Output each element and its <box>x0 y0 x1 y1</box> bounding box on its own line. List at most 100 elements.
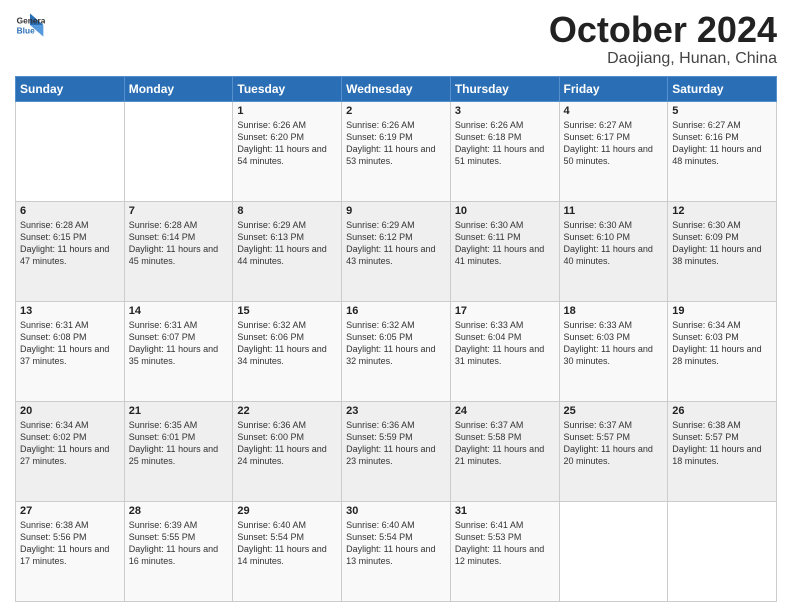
calendar-cell: 1 Sunrise: 6:26 AM Sunset: 6:20 PM Daylig… <box>233 101 342 201</box>
day-detail: Sunrise: 6:33 AM Sunset: 6:04 PM Dayligh… <box>455 319 555 368</box>
day-detail: Sunrise: 6:34 AM Sunset: 6:02 PM Dayligh… <box>20 419 120 468</box>
week-row-2: 6 Sunrise: 6:28 AM Sunset: 6:15 PM Daylig… <box>16 201 777 301</box>
calendar-cell <box>559 501 668 601</box>
calendar-cell: 27 Sunrise: 6:38 AM Sunset: 5:56 PM Dayli… <box>16 501 125 601</box>
week-row-3: 13 Sunrise: 6:31 AM Sunset: 6:08 PM Dayli… <box>16 301 777 401</box>
calendar-cell <box>124 101 233 201</box>
calendar-cell: 11 Sunrise: 6:30 AM Sunset: 6:10 PM Dayli… <box>559 201 668 301</box>
day-number: 6 <box>20 205 120 217</box>
day-detail: Sunrise: 6:30 AM Sunset: 6:11 PM Dayligh… <box>455 219 555 268</box>
calendar-cell: 21 Sunrise: 6:35 AM Sunset: 6:01 PM Dayli… <box>124 401 233 501</box>
day-number: 2 <box>346 105 446 117</box>
calendar-cell: 10 Sunrise: 6:30 AM Sunset: 6:11 PM Dayli… <box>450 201 559 301</box>
day-number: 17 <box>455 305 555 317</box>
day-detail: Sunrise: 6:32 AM Sunset: 6:06 PM Dayligh… <box>237 319 337 368</box>
calendar-header-row: Sunday Monday Tuesday Wednesday Thursday… <box>16 76 777 101</box>
day-detail: Sunrise: 6:28 AM Sunset: 6:15 PM Dayligh… <box>20 219 120 268</box>
week-row-1: 1 Sunrise: 6:26 AM Sunset: 6:20 PM Daylig… <box>16 101 777 201</box>
day-detail: Sunrise: 6:27 AM Sunset: 6:16 PM Dayligh… <box>672 119 772 168</box>
day-number: 16 <box>346 305 446 317</box>
day-detail: Sunrise: 6:27 AM Sunset: 6:17 PM Dayligh… <box>564 119 664 168</box>
day-number: 12 <box>672 205 772 217</box>
col-monday: Monday <box>124 76 233 101</box>
calendar-cell: 24 Sunrise: 6:37 AM Sunset: 5:58 PM Dayli… <box>450 401 559 501</box>
day-detail: Sunrise: 6:26 AM Sunset: 6:20 PM Dayligh… <box>237 119 337 168</box>
day-detail: Sunrise: 6:32 AM Sunset: 6:05 PM Dayligh… <box>346 319 446 368</box>
day-number: 3 <box>455 105 555 117</box>
day-number: 14 <box>129 305 229 317</box>
day-detail: Sunrise: 6:31 AM Sunset: 6:08 PM Dayligh… <box>20 319 120 368</box>
day-detail: Sunrise: 6:30 AM Sunset: 6:10 PM Dayligh… <box>564 219 664 268</box>
day-detail: Sunrise: 6:29 AM Sunset: 6:13 PM Dayligh… <box>237 219 337 268</box>
calendar-cell: 31 Sunrise: 6:41 AM Sunset: 5:53 PM Dayli… <box>450 501 559 601</box>
calendar-cell: 20Sunrise: 6:34 AM Sunset: 6:02 PM Dayli… <box>16 401 125 501</box>
day-detail: Sunrise: 6:40 AM Sunset: 5:54 PM Dayligh… <box>346 519 446 568</box>
day-detail: Sunrise: 6:36 AM Sunset: 6:00 PM Dayligh… <box>237 419 337 468</box>
day-number: 1 <box>237 105 337 117</box>
page-title: October 2024 <box>549 10 777 50</box>
calendar-cell: 9 Sunrise: 6:29 AM Sunset: 6:12 PM Daylig… <box>342 201 451 301</box>
day-detail: Sunrise: 6:41 AM Sunset: 5:53 PM Dayligh… <box>455 519 555 568</box>
calendar-cell: 17 Sunrise: 6:33 AM Sunset: 6:04 PM Dayli… <box>450 301 559 401</box>
calendar-cell: 14 Sunrise: 6:31 AM Sunset: 6:07 PM Dayli… <box>124 301 233 401</box>
day-number: 4 <box>564 105 664 117</box>
day-detail: Sunrise: 6:40 AM Sunset: 5:54 PM Dayligh… <box>237 519 337 568</box>
day-detail: Sunrise: 6:38 AM Sunset: 5:57 PM Dayligh… <box>672 419 772 468</box>
day-number: 13 <box>20 305 120 317</box>
day-detail: Sunrise: 6:30 AM Sunset: 6:09 PM Dayligh… <box>672 219 772 268</box>
day-number: 31 <box>455 505 555 517</box>
calendar-table: Sunday Monday Tuesday Wednesday Thursday… <box>15 76 777 602</box>
day-number: 22 <box>237 405 337 417</box>
day-number: 10 <box>455 205 555 217</box>
calendar-cell: 12 Sunrise: 6:30 AM Sunset: 6:09 PM Dayli… <box>668 201 777 301</box>
calendar-cell <box>668 501 777 601</box>
col-saturday: Saturday <box>668 76 777 101</box>
calendar-cell: 30 Sunrise: 6:40 AM Sunset: 5:54 PM Dayli… <box>342 501 451 601</box>
calendar-cell: 19Sunrise: 6:34 AM Sunset: 6:03 PM Dayli… <box>668 301 777 401</box>
day-number: 27 <box>20 505 120 517</box>
day-number: 8 <box>237 205 337 217</box>
day-number: 18 <box>564 305 664 317</box>
calendar-cell: 25Sunrise: 6:37 AM Sunset: 5:57 PM Dayli… <box>559 401 668 501</box>
day-detail: Sunrise: 6:29 AM Sunset: 6:12 PM Dayligh… <box>346 219 446 268</box>
day-detail: Sunrise: 6:35 AM Sunset: 6:01 PM Dayligh… <box>129 419 229 468</box>
calendar-cell: 6 Sunrise: 6:28 AM Sunset: 6:15 PM Daylig… <box>16 201 125 301</box>
page-subtitle: Daojiang, Hunan, China <box>549 50 777 68</box>
day-number: 24 <box>455 405 555 417</box>
day-number: 15 <box>237 305 337 317</box>
calendar-cell: 29Sunrise: 6:40 AM Sunset: 5:54 PM Dayli… <box>233 501 342 601</box>
day-number: 25 <box>564 405 664 417</box>
calendar-cell: 18 Sunrise: 6:33 AM Sunset: 6:03 PM Dayli… <box>559 301 668 401</box>
day-detail: Sunrise: 6:33 AM Sunset: 6:03 PM Dayligh… <box>564 319 664 368</box>
title-block: October 2024 Daojiang, Hunan, China <box>549 10 777 68</box>
day-number: 9 <box>346 205 446 217</box>
week-row-4: 20Sunrise: 6:34 AM Sunset: 6:02 PM Dayli… <box>16 401 777 501</box>
day-number: 21 <box>129 405 229 417</box>
logo-icon: General Blue <box>15 10 45 40</box>
day-number: 30 <box>346 505 446 517</box>
day-detail: Sunrise: 6:38 AM Sunset: 5:56 PM Dayligh… <box>20 519 120 568</box>
calendar-cell: 15 Sunrise: 6:32 AM Sunset: 6:06 PM Dayli… <box>233 301 342 401</box>
calendar-cell: 23Sunrise: 6:36 AM Sunset: 5:59 PM Dayli… <box>342 401 451 501</box>
day-number: 11 <box>564 205 664 217</box>
calendar-cell <box>16 101 125 201</box>
svg-text:Blue: Blue <box>17 25 35 35</box>
calendar-cell: 3Sunrise: 6:26 AM Sunset: 6:18 PM Daylig… <box>450 101 559 201</box>
calendar-cell: 8 Sunrise: 6:29 AM Sunset: 6:13 PM Daylig… <box>233 201 342 301</box>
day-detail: Sunrise: 6:28 AM Sunset: 6:14 PM Dayligh… <box>129 219 229 268</box>
day-number: 5 <box>672 105 772 117</box>
col-sunday: Sunday <box>16 76 125 101</box>
col-thursday: Thursday <box>450 76 559 101</box>
calendar-cell: 5 Sunrise: 6:27 AM Sunset: 6:16 PM Daylig… <box>668 101 777 201</box>
day-number: 19 <box>672 305 772 317</box>
calendar-cell: 28Sunrise: 6:39 AM Sunset: 5:55 PM Dayli… <box>124 501 233 601</box>
day-detail: Sunrise: 6:37 AM Sunset: 5:58 PM Dayligh… <box>455 419 555 468</box>
calendar-cell: 4 Sunrise: 6:27 AM Sunset: 6:17 PM Daylig… <box>559 101 668 201</box>
calendar-cell: 26Sunrise: 6:38 AM Sunset: 5:57 PM Dayli… <box>668 401 777 501</box>
calendar-cell: 7 Sunrise: 6:28 AM Sunset: 6:14 PM Daylig… <box>124 201 233 301</box>
col-tuesday: Tuesday <box>233 76 342 101</box>
svg-text:General: General <box>17 15 45 25</box>
day-number: 7 <box>129 205 229 217</box>
day-detail: Sunrise: 6:26 AM Sunset: 6:19 PM Dayligh… <box>346 119 446 168</box>
day-detail: Sunrise: 6:31 AM Sunset: 6:07 PM Dayligh… <box>129 319 229 368</box>
